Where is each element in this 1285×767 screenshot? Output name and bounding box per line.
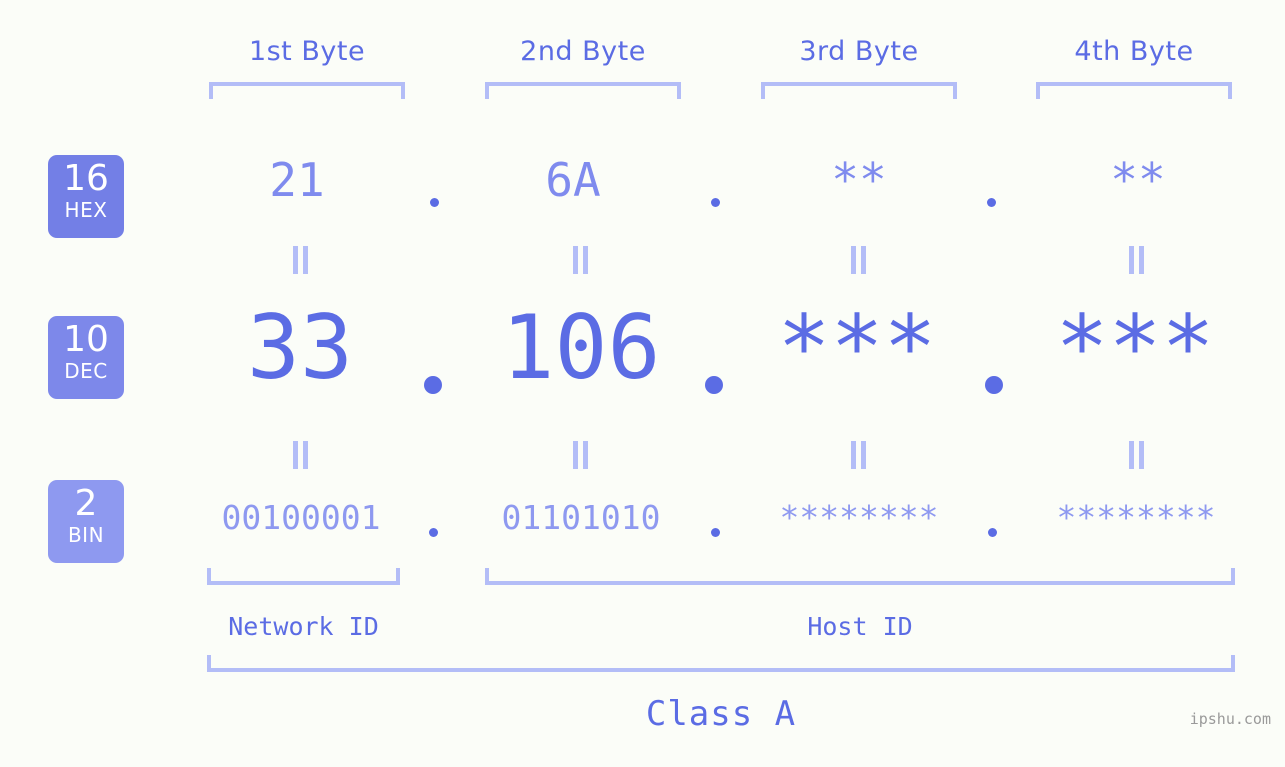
bin-byte-1: 00100001 (221, 498, 381, 537)
byte-bracket-4 (1036, 82, 1232, 99)
equals-icon-dec-bin-4 (1128, 441, 1146, 469)
equals-icon-dec-bin-2 (572, 441, 590, 469)
base-badge-hex-number: 16 (63, 158, 109, 199)
base-badge-hex-name: HEX (64, 198, 108, 222)
hex-byte-2: 6A (545, 153, 601, 207)
network-id-bracket (207, 568, 400, 585)
hex-byte-4: ** (1110, 153, 1166, 207)
ip-address-breakdown-diagram: 1st Byte 2nd Byte 3rd Byte 4th Byte 16 H… (0, 0, 1285, 767)
hex-byte-3: ** (831, 153, 887, 207)
hex-dot-1 (430, 198, 439, 207)
bin-byte-4: ******** (1056, 498, 1216, 537)
base-badge-dec: 10 DEC (48, 316, 124, 399)
dec-dot-1 (424, 376, 442, 394)
base-badge-dec-number: 10 (63, 319, 109, 360)
hex-dot-2 (711, 198, 720, 207)
base-badge-hex: 16 HEX (48, 155, 124, 238)
bin-dot-2 (711, 528, 720, 537)
byte-header-1: 1st Byte (248, 36, 366, 67)
bin-byte-3: ******** (779, 498, 939, 537)
byte-header-3: 3rd Byte (799, 36, 919, 67)
dec-byte-2: 106 (501, 296, 661, 399)
dec-byte-1: 33 (247, 296, 353, 399)
hex-dot-3 (987, 198, 996, 207)
network-id-label: Network ID (228, 612, 379, 641)
bin-byte-2: 01101010 (501, 498, 661, 537)
dec-byte-4: *** (1055, 296, 1215, 399)
watermark: ipshu.com (1189, 710, 1271, 728)
equals-icon-hex-dec-4 (1128, 246, 1146, 274)
byte-bracket-3 (761, 82, 957, 99)
base-badge-dec-name: DEC (64, 359, 108, 383)
equals-icon-hex-dec-3 (850, 246, 868, 274)
byte-header-2: 2nd Byte (520, 36, 646, 67)
class-label: Class A (645, 694, 797, 734)
byte-bracket-2 (485, 82, 681, 99)
dec-dot-3 (985, 376, 1003, 394)
bin-dot-3 (988, 528, 997, 537)
base-badge-bin-name: BIN (67, 523, 105, 547)
host-id-label: Host ID (807, 612, 913, 641)
host-id-bracket (485, 568, 1235, 585)
byte-header-4: 4th Byte (1074, 36, 1194, 67)
equals-icon-hex-dec-1 (292, 246, 310, 274)
base-badge-bin: 2 BIN (48, 480, 124, 563)
hex-byte-1: 21 (269, 153, 325, 207)
equals-icon-dec-bin-1 (292, 441, 310, 469)
dec-byte-3: *** (777, 296, 937, 399)
equals-icon-dec-bin-3 (850, 441, 868, 469)
byte-bracket-1 (209, 82, 405, 99)
equals-icon-hex-dec-2 (572, 246, 590, 274)
class-bracket (207, 655, 1235, 672)
bin-dot-1 (429, 528, 438, 537)
base-badge-bin-number: 2 (74, 483, 98, 524)
dec-dot-2 (705, 376, 723, 394)
